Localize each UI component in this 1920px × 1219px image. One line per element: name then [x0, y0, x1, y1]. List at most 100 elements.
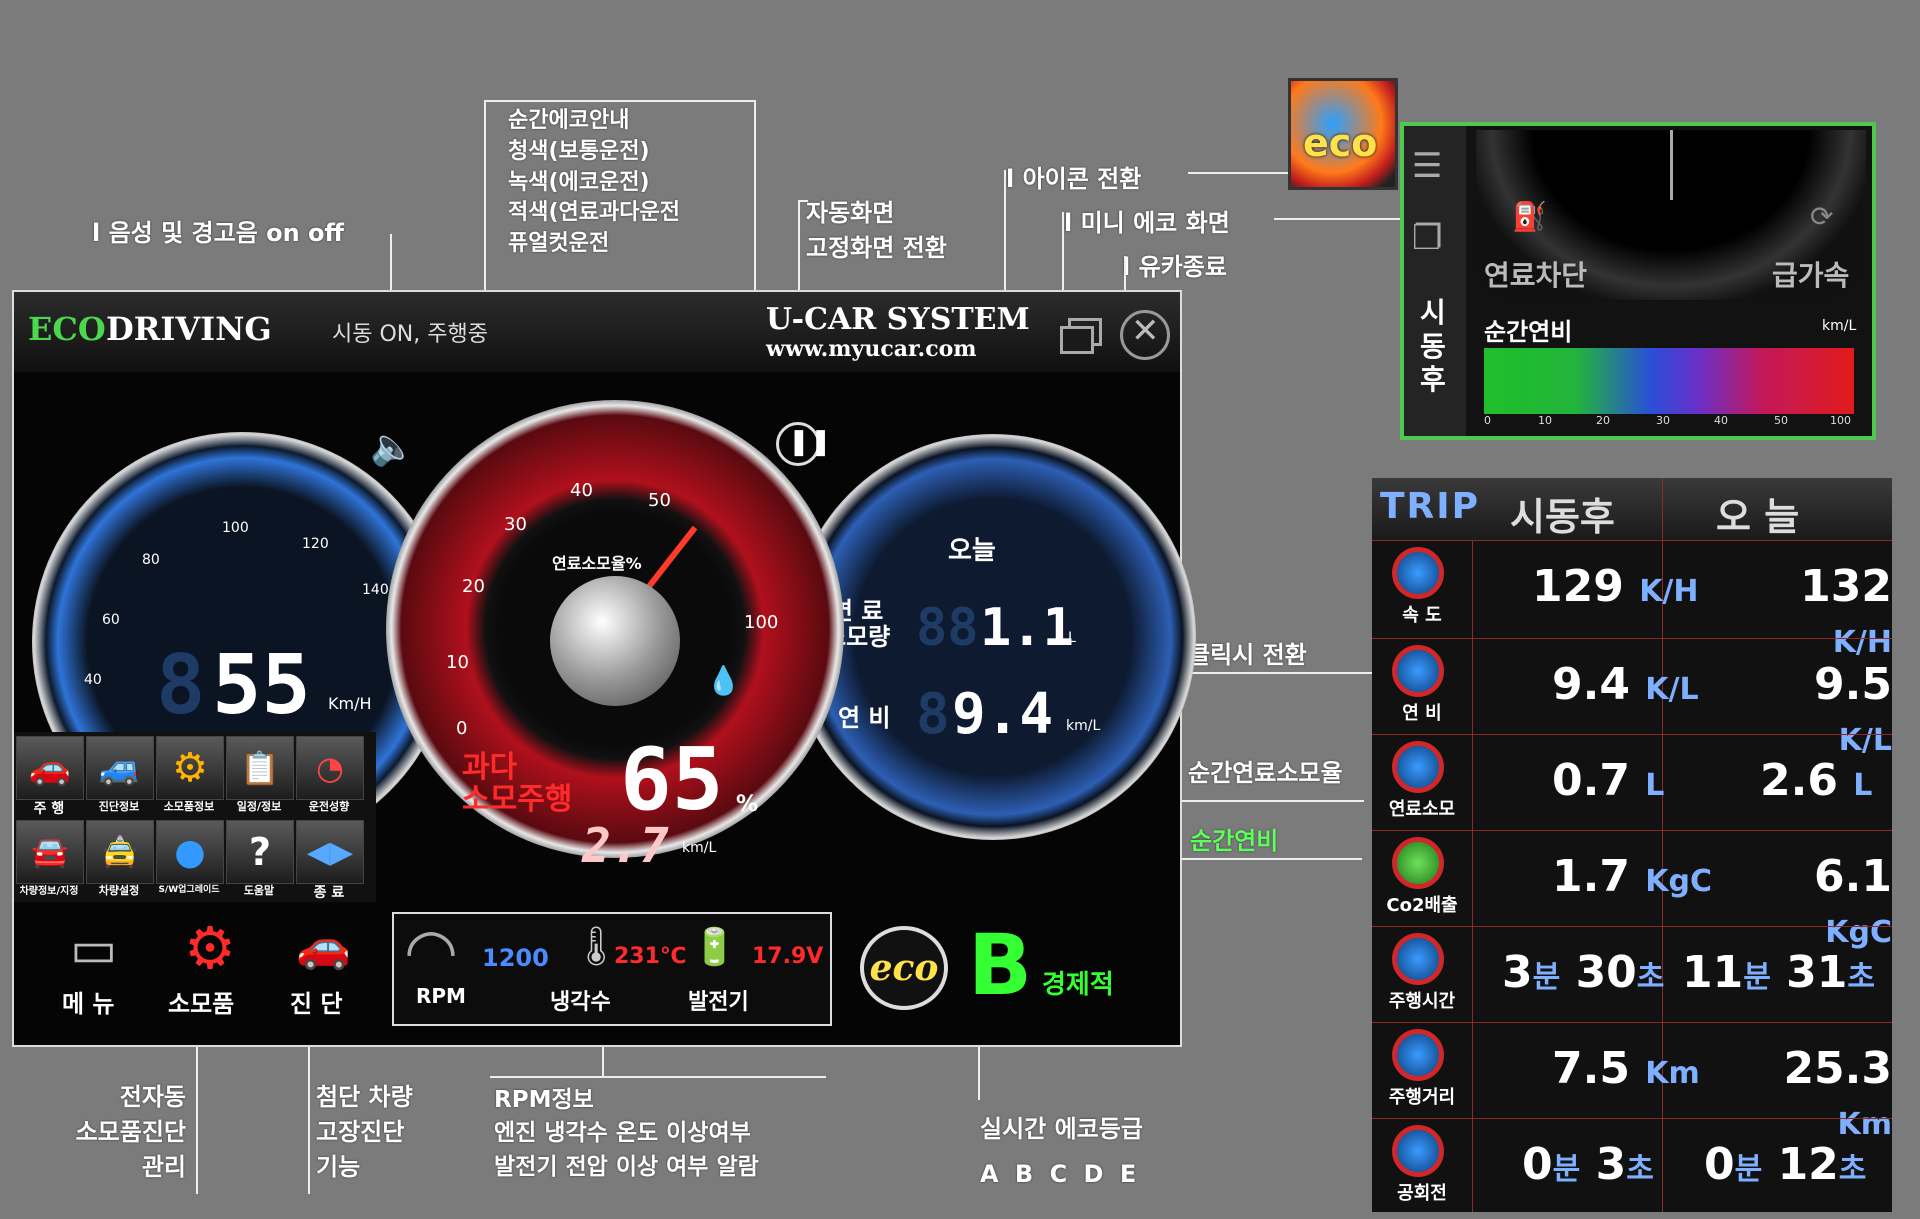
- trip-row-speed: 속 도 129 K/H 132 K/H: [1372, 540, 1892, 660]
- trip-num: 12: [1777, 1139, 1839, 1190]
- mini-side-char: 시: [1420, 296, 1446, 329]
- menu-tile-consumables[interactable]: ⚙: [156, 736, 224, 800]
- trip-num: 2.6: [1760, 755, 1838, 806]
- rpm-value: 1200: [482, 944, 549, 972]
- refresh-icon: ⟳: [1810, 200, 1834, 233]
- speed-tick: 60: [102, 612, 120, 628]
- trip-unit: 분: [1532, 960, 1561, 995]
- help-icon: ?: [248, 830, 272, 874]
- connector: [1188, 172, 1288, 174]
- menu-tile-label: S/W업그레이드: [158, 885, 220, 895]
- trip-value-today: 0분 12초: [1704, 1139, 1866, 1190]
- trip-num: 1.7: [1552, 851, 1630, 902]
- trip-num: 0: [1522, 1139, 1553, 1190]
- fuel-title: 연료소모율%: [552, 554, 642, 573]
- trip-unit: 초: [1636, 960, 1665, 995]
- speed-icon: [1392, 547, 1444, 599]
- rpm-info-line: RPM정보: [494, 1087, 594, 1113]
- menu-tile-label: 운전성향: [308, 800, 350, 813]
- diagnosis-button[interactable]: 🚗 진 단: [276, 920, 376, 1020]
- close-button[interactable]: ✕: [1120, 310, 1170, 360]
- trip-row-mileage: 연 비 9.4 K/L 9.5 K/L: [1372, 638, 1892, 758]
- fuel-pump-icon: ⛽: [1512, 200, 1547, 233]
- trip-unit: 초: [1847, 960, 1876, 995]
- trip-unit: 분: [1743, 960, 1771, 995]
- clipboard-icon: 📋: [240, 749, 280, 787]
- rpm-info-callout: RPM정보 엔진 냉각수 온도 이상여부 발전기 전압 이상 여부 알람: [494, 1084, 759, 1184]
- system-url: www.myucar.com: [766, 336, 977, 362]
- menu-tile-help[interactable]: ?: [226, 820, 294, 884]
- mileage-value: 9.4: [952, 682, 1054, 747]
- trip-row-co2: Co2배출 1.7 KgC 6.1 KgC: [1372, 830, 1892, 950]
- gear-icon: ⚙: [172, 745, 208, 791]
- co2-icon: [1392, 837, 1444, 889]
- title-bar: ECO DRIVING 시동 ON, 주행중 U-CAR SYSTEM www.…: [14, 292, 1180, 372]
- trip-num: 11: [1682, 947, 1744, 998]
- eco-grade-line: 실시간 에코등급: [980, 1115, 1143, 1143]
- car-icon: 🚗: [296, 921, 351, 972]
- consumables-line: 소모품진단: [75, 1117, 186, 1146]
- trip-num: 132: [1800, 561, 1892, 612]
- menu-grid: 🚗 🚙 ⚙ 📋 ◔ 주 행 진단정보 소모품정보 일정/정보 운전성향 🚘 🚖 …: [14, 732, 376, 902]
- mini-window-button[interactable]: ❐: [1412, 218, 1456, 262]
- menu-tile-driving-style[interactable]: ◔: [296, 736, 364, 800]
- trip-unit: Km: [1645, 1056, 1700, 1091]
- trip-num: 31: [1786, 947, 1848, 998]
- over-line: 과다: [462, 750, 518, 785]
- menu-tile-diag-info[interactable]: 🚙: [86, 736, 154, 800]
- eco-app-icon[interactable]: eco: [1288, 78, 1398, 190]
- mini-mileage-bar: [1484, 348, 1854, 414]
- generator-value: 17.9V: [752, 944, 824, 969]
- over-consumption-label: 과다 소모주행: [462, 752, 572, 815]
- trip-value-since: 7.5 Km: [1552, 1043, 1700, 1094]
- window-icon: [1060, 326, 1094, 354]
- rpm-gauge-icon: ◠: [404, 914, 459, 987]
- eco-driving-window: ECO DRIVING 시동 ON, 주행중 U-CAR SYSTEM www.…: [12, 290, 1196, 1047]
- diagnosis-line: 기능: [316, 1152, 361, 1181]
- rapid-accel-label: 급가속: [1772, 259, 1850, 292]
- trip-unit: 분: [1552, 1152, 1581, 1187]
- trip-value-since: 0.7 L: [1552, 755, 1664, 806]
- auto-screen-button[interactable]: ❚❚: [776, 422, 832, 466]
- speed-tick: 120: [302, 536, 329, 552]
- status-text: 시동 ON, 주행중: [332, 322, 488, 347]
- fuel-rate-gauge: 0 10 20 30 40 50 100 연료소모율% 💧 과다 소모주행 65…: [386, 400, 844, 874]
- menu-tile-vehicle-info[interactable]: 🚘: [16, 820, 84, 884]
- eco-badge-text: eco: [869, 947, 939, 989]
- trip-row-label: 연 비: [1402, 703, 1442, 724]
- eco-app-icon-text: eco: [1303, 121, 1378, 165]
- today-label: 오늘: [948, 536, 996, 566]
- menu-icon: ▭: [70, 920, 118, 978]
- inst-mileage-callout: 순간연비: [1190, 827, 1279, 855]
- trip-num: 3: [1502, 947, 1533, 998]
- menu-tile-schedule[interactable]: 📋: [226, 736, 294, 800]
- eco-grade-scale: A B C D E: [980, 1159, 1141, 1188]
- engine-status-panel: ◠ RPM 1200 🌡 231℃ 냉각수 🔋 17.9V 발전기: [392, 912, 832, 1026]
- trip-row-label: 연료소모: [1388, 799, 1456, 820]
- menu-button[interactable]: ▭ 메 뉴: [50, 920, 150, 1020]
- sound-toggle-button[interactable]: 🔈: [370, 426, 416, 468]
- diagnosis-button-label: 진 단: [290, 990, 343, 1018]
- mini-side-label: 시 동 후: [1420, 296, 1446, 397]
- mini-menu-button[interactable]: ☰: [1412, 146, 1456, 186]
- consumables-button[interactable]: ⚙ 소모품: [162, 914, 262, 1020]
- mileage-ghost: 8: [916, 682, 950, 747]
- pause-icon: ❚❚: [788, 427, 832, 457]
- mini-screen-button[interactable]: [1058, 318, 1102, 354]
- menu-tile-vehicle-settings[interactable]: 🚖: [86, 820, 154, 884]
- trip-unit: KgC: [1645, 864, 1713, 899]
- trip-unit: 분: [1734, 1152, 1763, 1187]
- trip-num: 0: [1704, 1139, 1735, 1190]
- menu-tile-drive[interactable]: 🚗: [16, 736, 84, 800]
- trip-value-today: 2.6 L: [1760, 755, 1872, 806]
- menu-tile-exit[interactable]: ◀▶: [296, 820, 364, 884]
- mini-title: 순간연비: [1484, 318, 1573, 346]
- trip-num: 30: [1575, 947, 1637, 998]
- trip-row-fuel: 연료소모 0.7 L 2.6 L: [1372, 734, 1892, 829]
- mileage-unit: km/L: [1066, 718, 1101, 734]
- fuel-tick: 40: [570, 480, 593, 501]
- mini-eco-callout: l 미니 에코 화면: [1064, 209, 1230, 237]
- trip-num: 9.5: [1814, 659, 1892, 710]
- menu-tile-sw-upgrade[interactable]: ●: [156, 820, 224, 884]
- drop-icon: 💧: [706, 664, 741, 697]
